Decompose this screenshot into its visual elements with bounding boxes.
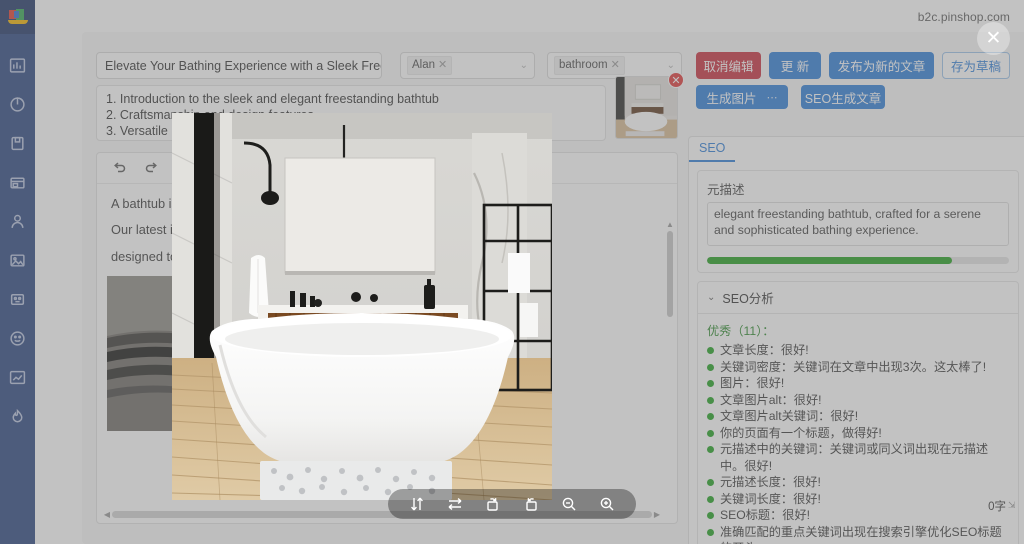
rotate-left-icon[interactable] xyxy=(523,496,539,512)
rotate-right-icon[interactable] xyxy=(485,496,501,512)
image-preview-toolbar xyxy=(388,489,636,519)
close-preview-button[interactable]: ✕ xyxy=(977,22,1010,55)
zoom-out-icon[interactable] xyxy=(561,496,577,512)
zoom-in-icon[interactable] xyxy=(599,496,615,512)
bathroom-photo xyxy=(172,113,552,500)
resize-grip-icon[interactable]: ⇲ xyxy=(1008,500,1017,510)
word-count-label: 0字 xyxy=(988,501,1006,513)
flip-horizontal-icon[interactable] xyxy=(447,496,463,512)
flip-vertical-icon[interactable] xyxy=(409,496,425,512)
image-preview-lightbox[interactable] xyxy=(172,113,552,500)
